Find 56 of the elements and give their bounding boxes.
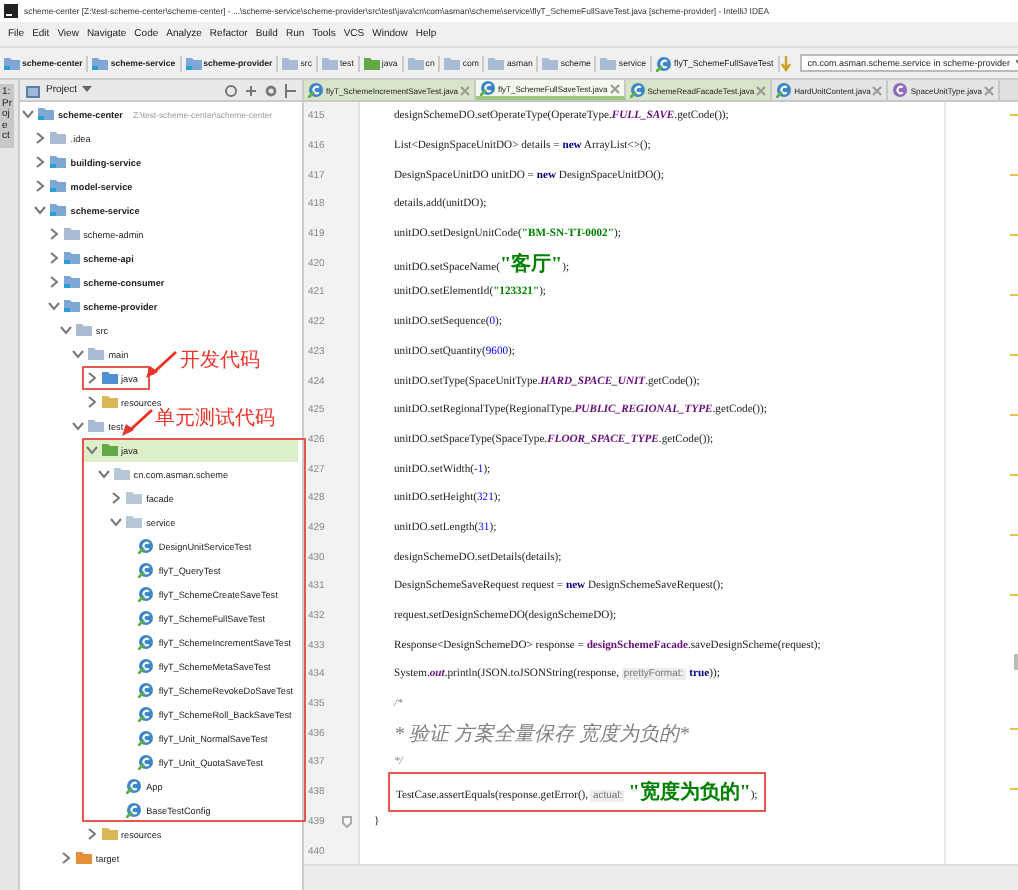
class-icon <box>480 80 497 96</box>
enum-icon <box>892 82 909 98</box>
folder-icon <box>444 55 461 71</box>
code-line: * 验证 方案全量保存 宽度为负的* <box>392 721 691 750</box>
folder-icon <box>38 106 54 122</box>
annotation-label: 开发代码 <box>179 350 260 374</box>
class-icon <box>126 802 143 818</box>
folder-icon <box>4 55 20 71</box>
folder-icon <box>50 154 67 170</box>
close-icon <box>756 85 767 95</box>
collapse-icon[interactable] <box>244 83 258 97</box>
folder-icon <box>63 250 80 266</box>
close-icon <box>460 85 471 95</box>
sync-icon[interactable] <box>224 83 238 97</box>
project-icon <box>26 83 40 97</box>
folder-icon <box>185 55 202 71</box>
class-icon <box>138 586 155 602</box>
dropdown-arrow-icon <box>81 86 92 94</box>
class-icon <box>126 778 143 794</box>
class-icon <box>138 658 155 674</box>
hide-icon[interactable] <box>284 83 296 97</box>
class-icon <box>138 682 155 698</box>
class-icon <box>629 82 646 98</box>
callout-arrow <box>121 408 152 436</box>
folder-icon <box>407 55 424 71</box>
class-icon <box>656 55 673 71</box>
class-icon <box>138 634 155 650</box>
class-icon <box>776 82 793 98</box>
folder-icon <box>363 55 380 71</box>
class-icon <box>138 706 155 722</box>
folder-icon <box>50 130 67 146</box>
close-icon <box>983 85 994 95</box>
class-icon <box>138 610 155 626</box>
folder-icon <box>50 202 67 218</box>
folder-icon <box>321 55 338 71</box>
folder-icon <box>488 55 505 71</box>
class-icon <box>138 562 155 578</box>
close-icon <box>872 85 883 95</box>
folder-icon <box>92 55 109 71</box>
callout-arrow <box>145 350 177 378</box>
class-icon <box>138 754 155 770</box>
fold-icon <box>342 815 352 828</box>
folder-icon <box>600 55 617 71</box>
folder-icon <box>63 274 80 290</box>
vcs-update-icon[interactable] <box>779 55 792 71</box>
close-icon <box>609 83 620 93</box>
annotation-label: 单元测试代码 <box>155 408 275 432</box>
class-icon <box>138 538 155 554</box>
folder-icon <box>282 55 299 71</box>
folder-icon <box>50 178 67 194</box>
folder-icon <box>63 298 80 314</box>
class-icon <box>138 730 155 746</box>
folder-icon <box>63 226 80 242</box>
settings-icon[interactable] <box>264 83 278 97</box>
class-icon <box>308 82 324 98</box>
folder-icon <box>542 55 559 71</box>
